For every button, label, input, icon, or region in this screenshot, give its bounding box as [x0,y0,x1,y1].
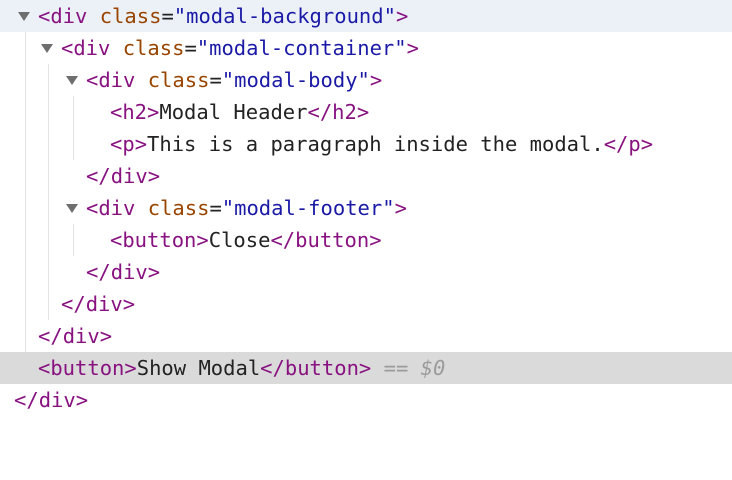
tree-row-h2[interactable]: <h2>Modal Header</h2> [0,96,732,128]
tree-row-modal-background[interactable]: <div class="modal-background"> [0,0,732,32]
console-reference: $0 [420,356,446,380]
tree-row-modal-footer-close[interactable]: </div> [0,256,732,288]
selected-equals-marker: == [383,356,409,380]
triangle-down-icon[interactable] [66,76,78,85]
tree-row-modal-container[interactable]: <div class="modal-container"> [0,32,732,64]
text-node: Close [208,228,271,252]
text-node: This is a paragraph inside the modal. [147,132,604,156]
tree-row-modal-footer[interactable]: <div class="modal-footer"> [0,192,732,224]
triangle-down-icon[interactable] [41,44,53,53]
tree-row-modal-body[interactable]: <div class="modal-body"> [0,64,732,96]
tree-row-modal-body-close[interactable]: </div> [0,160,732,192]
tree-row-show-modal-button[interactable]: <button>Show Modal</button> == $0 [0,352,732,384]
text-node: Modal Header [159,100,308,124]
tree-row-modal-background-close[interactable]: </div> [0,320,732,352]
elements-tree: <div class="modal-background"> <div clas… [0,0,732,415]
triangle-down-icon[interactable] [18,12,30,21]
tree-row-p[interactable]: <p>This is a paragraph inside the modal.… [0,128,732,160]
text-node: Show Modal [136,356,261,380]
tree-row-close-button[interactable]: <button>Close</button> [0,224,732,256]
tree-row-root-close[interactable]: </div> [0,384,732,416]
triangle-down-icon[interactable] [66,204,78,213]
tree-row-modal-container-close[interactable]: </div> [0,288,732,320]
